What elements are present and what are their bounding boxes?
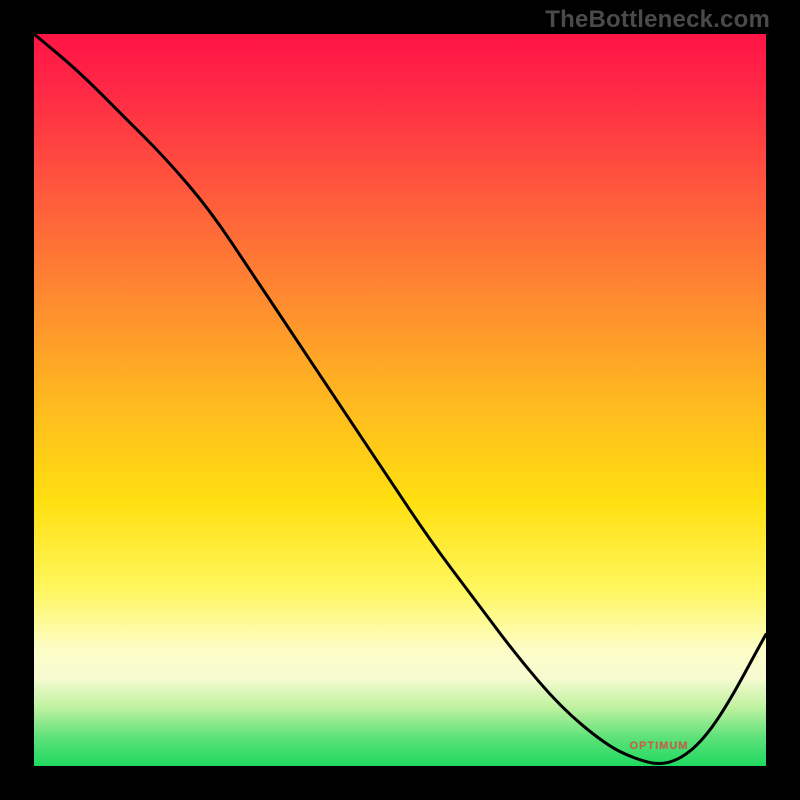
source-attribution: TheBottleneck.com bbox=[545, 6, 770, 34]
curve-overlay bbox=[34, 34, 766, 766]
chart-frame: TheBottleneck.com OPTIMUM bbox=[0, 0, 800, 800]
optimum-marker: OPTIMUM bbox=[630, 740, 689, 752]
bottleneck-curve bbox=[34, 34, 766, 764]
